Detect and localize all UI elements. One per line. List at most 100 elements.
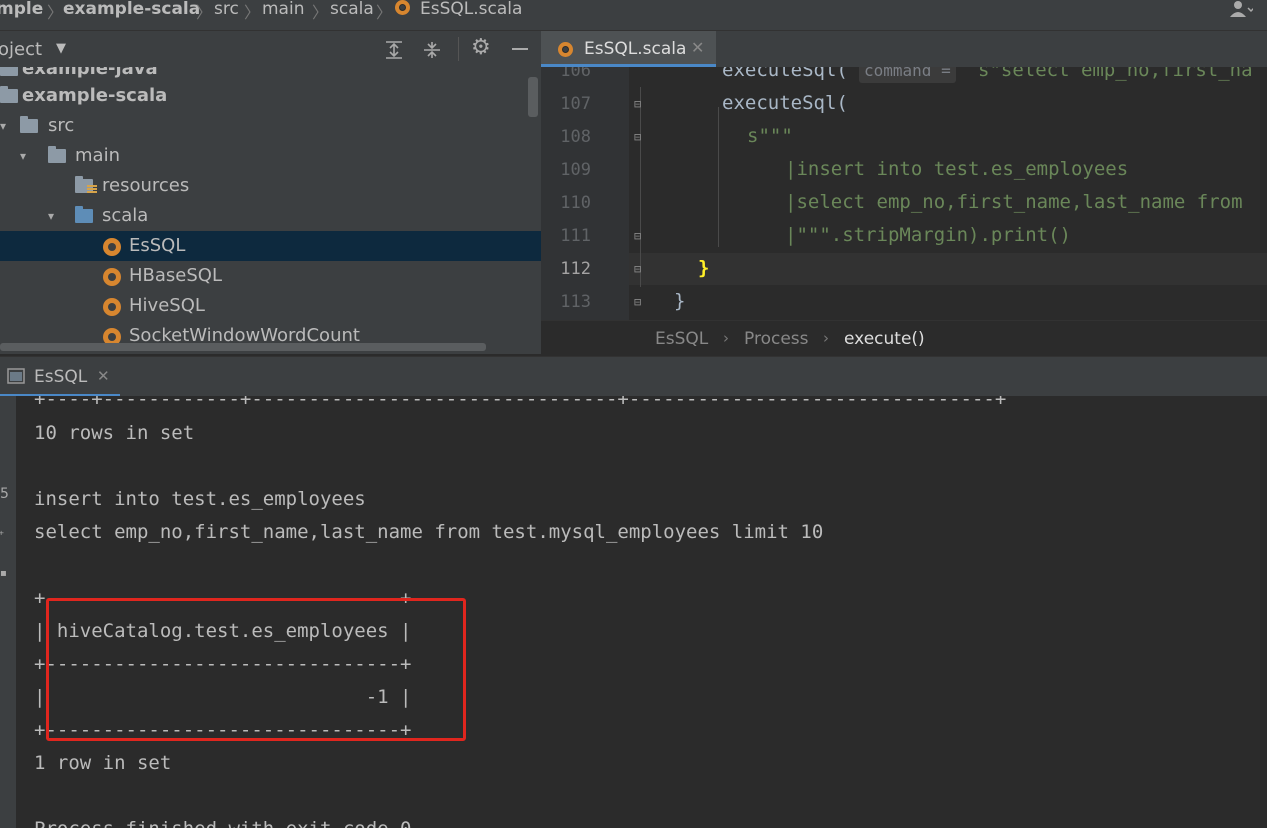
code-line-brace: } [674,290,686,312]
chevron-down-icon[interactable]: ▼ [56,41,66,56]
expand-all-icon[interactable] [384,40,404,60]
parameter-hint: command = [859,67,956,83]
highlight-annotation-box [46,598,466,741]
editor-tab-essql[interactable]: EsSQL.scala ✕ [541,31,716,67]
console-line: insert into test.es_employees [34,488,366,510]
indent-guide [718,107,719,247]
close-icon[interactable]: ✕ [691,38,704,57]
code-line: executeSql( [722,67,848,81]
tree-horizontal-scrollbar[interactable] [0,343,486,351]
collapse-all-icon[interactable] [422,40,442,60]
tree-item-label: example-scala [22,85,168,106]
project-tree: example-java example-scala ▾ src ▾ main … [0,67,541,354]
project-view-selector[interactable]: oject [0,39,42,60]
user-icon[interactable] [1229,0,1253,18]
breadcrumb-separator: 〉 [244,3,261,22]
tree-item-example-scala[interactable]: example-scala [0,81,541,111]
code-line-string: s""" [747,125,793,147]
tree-item-main[interactable]: ▾ main [0,141,541,171]
breadcrumb-object[interactable]: Process [744,329,809,349]
folder-icon [48,146,66,163]
breadcrumb-separator: 〉 [376,3,393,22]
tree-item-label: main [75,145,120,166]
line-number: 113 [560,292,591,312]
gear-icon[interactable]: ⚙ [471,35,491,60]
folder-icon [0,86,18,103]
editor-tab-strip: EsSQL.scala ✕ [541,31,1267,67]
code-line-string: s"select emp_no,first_na [978,67,1253,81]
run-toolbar: 5 ⁺ ▪ [0,396,16,828]
console-line: select emp_no,first_name,last_name from … [34,521,824,543]
project-panel-header: oject ▼ ⚙ [0,31,541,67]
breadcrumb-scala[interactable]: scala [330,0,374,18]
chevron-down-icon[interactable]: ▾ [20,149,26,163]
code-line: executeSql( [722,92,848,114]
breadcrumb-separator: 〉 [312,3,329,22]
tree-item-label: src [48,115,75,136]
fold-end-icon[interactable]: ⊟ [634,262,641,276]
indent-guide [640,87,641,287]
run-panel-header: EsSQL ✕ [0,356,1267,397]
tree-item-label: resources [102,175,190,196]
tree-item-label: example-java [22,67,158,79]
tree-item-label: HBaseSQL [129,265,222,286]
print-icon[interactable]: ▪ [0,568,7,579]
scala-object-icon [103,268,121,286]
tree-item-hivesql[interactable]: HiveSQL [0,291,541,321]
chevron-down-icon[interactable]: ▾ [0,119,6,133]
code-line-string: |insert into test.es_employees [785,158,1129,180]
breadcrumb-main[interactable]: main [262,0,304,18]
line-number: 108 [560,127,591,147]
run-tab-essql[interactable]: EsSQL ✕ [0,357,120,397]
line-number: 107 [560,94,591,114]
tree-item-label: HiveSQL [129,295,205,316]
navigation-bar: mple 〉 example-scala 〉 src 〉 main 〉 scal… [0,0,1267,31]
chevron-down-icon[interactable]: ▾ [48,209,54,223]
fold-end-icon[interactable]: ⊟ [634,229,641,243]
breadcrumb-separator: › [723,329,729,347]
tree-item-essql[interactable]: EsSQL [0,231,541,261]
breadcrumb-separator: › [823,329,829,347]
line-number: 109 [560,160,591,180]
source-folder-icon [75,206,93,223]
fold-icon[interactable]: ⊟ [634,97,641,111]
tree-item-label: EsSQL [129,235,186,256]
console-line: +----+------------+---------------------… [34,396,1007,410]
stop-icon[interactable]: ⁺ [0,528,4,542]
code-editor[interactable]: 106 executeSql( command = s"select emp_n… [541,67,1267,320]
scala-file-icon [558,42,573,57]
folder-icon [0,67,18,76]
breadcrumb-module[interactable]: example-scala [63,0,200,18]
tree-item-resources[interactable]: resources [0,171,541,201]
tree-item-label: scala [102,205,149,226]
editor-tab-label: EsSQL.scala [584,39,687,59]
breadcrumb-src[interactable]: src [214,0,239,18]
code-line-brace: } [698,257,710,279]
rerun-icon[interactable]: 5 [0,486,9,502]
toolbar-divider [458,37,459,61]
folder-icon [20,116,38,133]
resources-marker-icon [87,185,97,194]
breadcrumb-file[interactable]: EsSQL.scala [420,0,522,18]
minimize-icon[interactable] [512,48,528,50]
editor-breadcrumbs: EsSQL › Process › execute() [541,320,1267,357]
line-number: 110 [560,193,591,213]
console-line: 10 rows in set [34,422,195,444]
tree-item-hbasesql[interactable]: HBaseSQL [0,261,541,291]
console-line: 1 row in set [34,752,172,774]
scala-object-icon [103,238,121,256]
fold-end-icon[interactable]: ⊟ [634,295,641,309]
run-tab-label: EsSQL [34,367,88,387]
breadcrumb-separator: 〉 [196,3,213,22]
scala-file-icon [395,0,410,15]
breadcrumb-project[interactable]: mple [0,0,43,18]
current-line-highlight [629,253,1267,285]
tree-item-src[interactable]: ▾ src [0,111,541,141]
close-icon[interactable]: ✕ [97,367,110,385]
fold-icon[interactable]: ⊟ [634,130,641,144]
breadcrumb-method[interactable]: execute() [844,329,925,349]
tree-item-scala[interactable]: ▾ scala [0,201,541,231]
tree-vertical-scrollbar[interactable] [528,77,538,117]
scala-object-icon [103,298,121,316]
breadcrumb-class[interactable]: EsSQL [655,329,708,349]
